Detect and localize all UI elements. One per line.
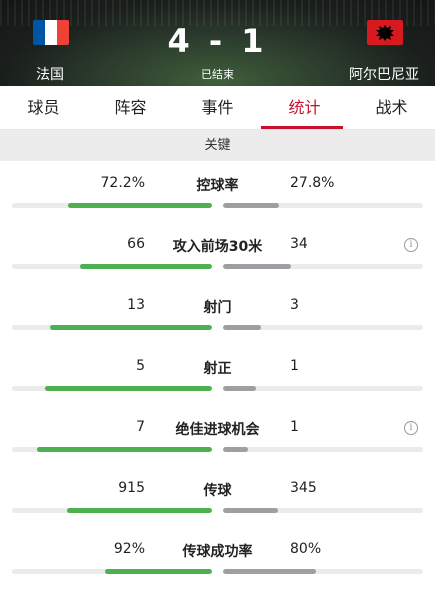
albania-flag-icon — [367, 20, 403, 45]
away-team-name[interactable]: 阿尔巴尼亚 — [349, 64, 419, 84]
home-stat-bar — [12, 203, 212, 208]
section-header-key: 关键 — [0, 130, 435, 161]
match-header: 法国 4 - 1 已结束 阿尔巴尼亚 — [0, 0, 435, 86]
stats-list: 72.2% 控球率 27.8% 66 攻入前场30米 34 i 13 射门 3 5 射正 1 7 绝佳进球机… — [0, 161, 435, 588]
away-stat-value: 345 — [290, 480, 317, 496]
away-bar-fill — [223, 569, 316, 574]
tab-tactics[interactable]: 战术 — [348, 86, 435, 129]
away-bar-fill — [223, 508, 278, 513]
away-stat-bar — [223, 569, 423, 574]
stat-label: 攻入前场30米 — [172, 239, 263, 255]
away-stat-bar — [223, 203, 423, 208]
active-tab-indicator — [261, 126, 343, 129]
home-stat-bar — [12, 264, 212, 269]
away-stat-value: 1 — [290, 358, 299, 374]
away-stat-value: 34 — [290, 236, 308, 252]
away-bar-fill — [223, 325, 261, 330]
away-stat-value: 3 — [290, 297, 299, 313]
stat-label: 射正 — [203, 361, 232, 377]
away-stat-bar — [223, 508, 423, 513]
away-stat-value: 27.8% — [290, 175, 335, 191]
home-bar-fill — [37, 447, 212, 452]
info-icon[interactable]: i — [404, 238, 418, 252]
tab-bar: 球员 阵容 事件 统计 战术 — [0, 86, 435, 130]
home-bar-fill — [67, 203, 212, 208]
stat-row: 915 传球 345 — [0, 466, 435, 527]
away-bar-fill — [223, 264, 291, 269]
home-stat-bar — [12, 508, 212, 513]
home-bar-fill — [105, 569, 212, 574]
stat-label: 传球 — [203, 483, 232, 499]
away-stat-value: 80% — [290, 541, 322, 557]
home-stat-bar — [12, 386, 212, 391]
home-stat-bar — [12, 447, 212, 452]
home-bar-fill — [66, 508, 212, 513]
away-stat-bar — [223, 386, 423, 391]
stat-label: 控球率 — [196, 178, 239, 194]
away-bar-fill — [223, 203, 279, 208]
stat-label: 传球成功率 — [182, 544, 253, 560]
stat-label: 射门 — [203, 300, 232, 316]
home-bar-fill — [49, 325, 212, 330]
tab-stats[interactable]: 统计 — [261, 86, 348, 129]
home-bar-fill — [80, 264, 212, 269]
stat-row: 5 射正 1 — [0, 344, 435, 405]
away-stat-bar — [223, 325, 423, 330]
stat-row: 7 绝佳进球机会 1 i — [0, 405, 435, 466]
stat-label: 绝佳进球机会 — [175, 422, 260, 438]
info-icon[interactable]: i — [404, 421, 418, 435]
away-stat-bar — [223, 447, 423, 452]
tab-players[interactable]: 球员 — [0, 86, 87, 129]
tab-lineup[interactable]: 阵容 — [87, 86, 174, 129]
away-stat-value: 1 — [290, 419, 299, 435]
stat-row: 92% 传球成功率 80% — [0, 527, 435, 588]
away-stat-bar — [223, 264, 423, 269]
stat-row: 66 攻入前场30米 34 i — [0, 222, 435, 283]
home-stat-bar — [12, 325, 212, 330]
stat-row: 72.2% 控球率 27.8% — [0, 161, 435, 222]
stat-row: 13 射门 3 — [0, 283, 435, 344]
tab-events[interactable]: 事件 — [174, 86, 261, 129]
home-bar-fill — [45, 386, 212, 391]
home-stat-bar — [12, 569, 212, 574]
away-bar-fill — [223, 386, 257, 391]
away-bar-fill — [223, 447, 248, 452]
